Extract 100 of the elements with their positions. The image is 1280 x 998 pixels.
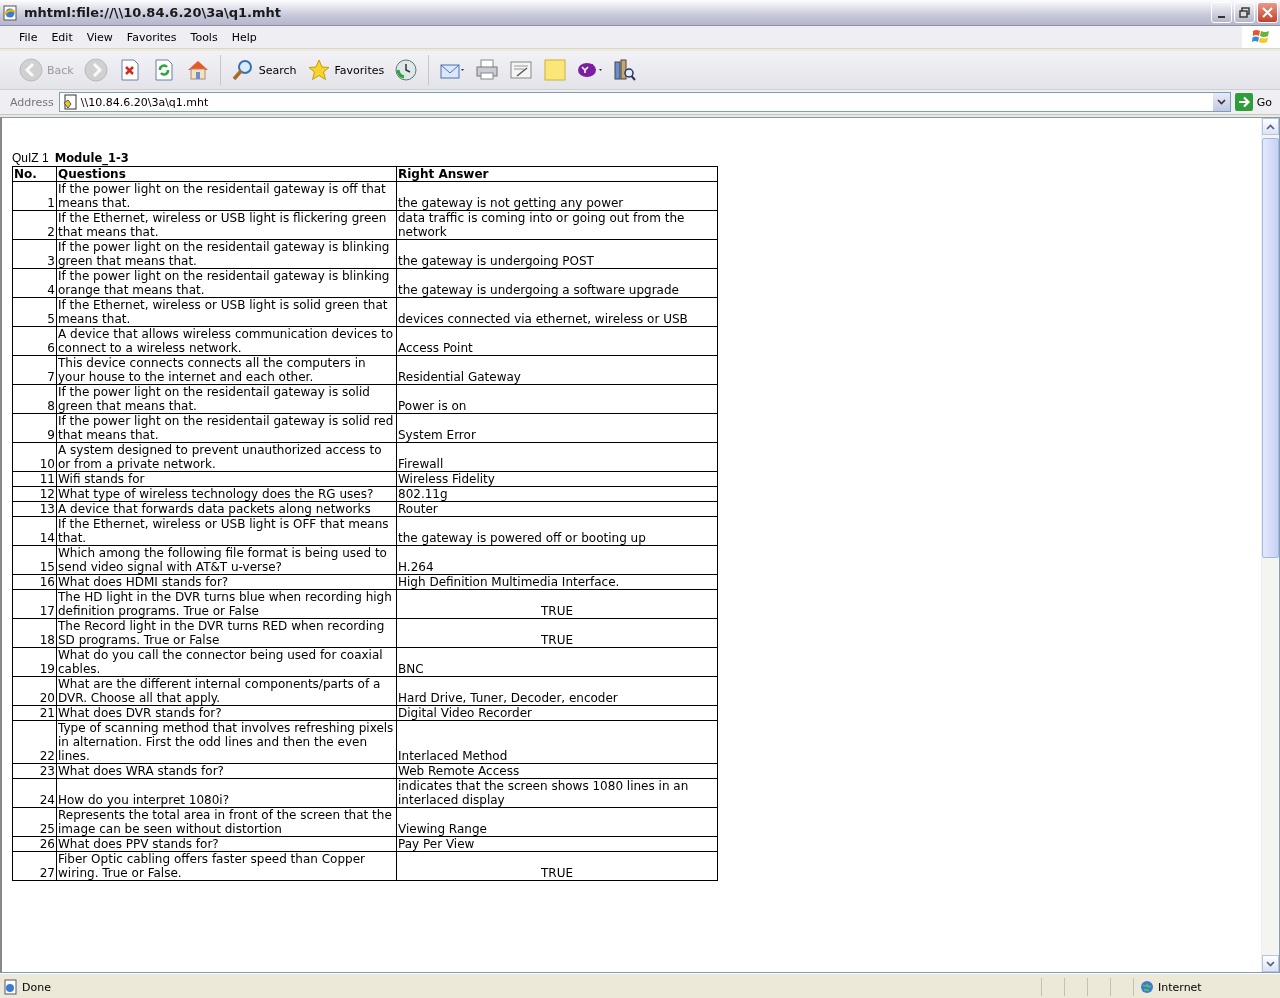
question-cell: What are the different internal components/parts of a DVR. Choose all that apply. [56, 676, 397, 706]
minimize-icon [1218, 16, 1225, 18]
question-cell: This device connects connects all the computers in your house to the internet and each other. [56, 355, 397, 385]
question-cell: A system designed to prevent unauthorized access to or from a private network. [56, 442, 397, 472]
question-cell: What type of wireless technology does the RG uses? [56, 486, 397, 502]
answer-cell: Interlaced Method [396, 720, 718, 764]
menu-item[interactable]: Help [224, 28, 264, 46]
answer-cell: Wireless Fidelity [396, 471, 718, 487]
answer-cell: System Error [396, 413, 718, 443]
number-cell: 9 [12, 413, 57, 443]
chevron-down-icon [1216, 99, 1226, 105]
question-cell: What do you call the connector being used for coaxial cables. [56, 647, 397, 677]
edit-page-icon [509, 58, 534, 82]
number-cell: 11 [12, 471, 57, 487]
question-cell: The Record light in the DVR turns RED when recording SD programs. True or False [56, 618, 397, 648]
module-heading: Module_1-3 [54, 151, 129, 165]
answer-cell: Viewing Range [396, 807, 718, 837]
menu-item[interactable]: Edit [44, 28, 80, 46]
answer-cell: the gateway is undergoing a software upgrade [396, 268, 718, 298]
scroll-down-button[interactable] [1262, 955, 1279, 972]
column-header: Questions [56, 166, 397, 182]
chevron-up-icon [1266, 123, 1275, 130]
address-label: Address [10, 95, 54, 109]
restore-icon [1239, 7, 1250, 18]
research-books-icon [613, 58, 638, 82]
scroll-up-button[interactable] [1262, 118, 1279, 135]
answer-cell: the gateway is undergoing POST [396, 239, 718, 269]
number-cell: 4 [12, 268, 57, 298]
question-cell: What does DVR stands for? [56, 705, 397, 721]
number-cell: 14 [12, 516, 57, 546]
search-button[interactable]: Search [227, 55, 300, 85]
answer-cell: H.264 [396, 545, 718, 575]
answer-cell: Access Point [396, 326, 718, 356]
number-cell: 10 [12, 442, 57, 472]
history-clock-icon [394, 58, 419, 82]
globe-icon [1140, 980, 1154, 994]
number-cell: 27 [12, 851, 57, 881]
star-icon [306, 58, 331, 82]
sticky-note-icon [543, 58, 568, 82]
answer-cell: High Definition Multimedia Interface. [396, 574, 718, 590]
scrollbar-thumb[interactable] [1262, 138, 1279, 558]
answer-cell: Power is on [396, 384, 718, 414]
number-cell: 17 [12, 589, 57, 619]
page-icon [61, 94, 78, 110]
favorites-button[interactable]: Favorites [303, 55, 388, 85]
question-cell: If the power light on the residentail gateway is blinking orange that means that. [56, 268, 397, 298]
answer-cell: Web Remote Access [396, 763, 718, 779]
answer-cell: Router [396, 501, 718, 517]
close-icon [1262, 7, 1273, 18]
go-arrow-icon [1234, 93, 1253, 111]
answer-cell: Digital Video Recorder [396, 705, 718, 721]
number-cell: 23 [12, 763, 57, 779]
window-title: mhtml:file://\\10.84.6.20\3a\q1.mht [24, 5, 283, 20]
question-cell: Represents the total area in front of the screen that the image can be seen without distortion [56, 807, 397, 837]
address-field[interactable]: \\10.84.6.20\3a\q1.mht [58, 92, 1231, 112]
answer-cell: the gateway is powered off or booting up [396, 516, 718, 546]
answer-cell: 802.11g [396, 486, 718, 502]
question-cell: What does PPV stands for? [56, 836, 397, 852]
number-cell: 3 [12, 239, 57, 269]
question-cell: A device that allows wireless communication devices to connect to a wireless network. [56, 326, 397, 356]
close-button[interactable] [1257, 2, 1278, 23]
printer-icon [475, 58, 500, 82]
go-button[interactable]: Go [1230, 93, 1280, 111]
number-cell: 19 [12, 647, 57, 677]
number-cell: 7 [12, 355, 57, 385]
browser-icon [2, 4, 18, 21]
number-cell: 6 [12, 326, 57, 356]
minimize-button[interactable] [1211, 2, 1232, 23]
question-cell: If the Ethernet, wireless or USB light is flickering green that means that. [56, 210, 397, 240]
answer-cell: TRUE [396, 618, 718, 648]
question-cell: Type of scanning method that involves refreshing pixels in alternation. First the odd lines and then the even lines. [56, 720, 397, 764]
question-cell: Which among the following file format is being used to send video signal with AT&T u-verse? [56, 545, 397, 575]
question-cell: What does HDMI stands for? [56, 574, 397, 590]
number-cell: 26 [12, 836, 57, 852]
number-cell: 18 [12, 618, 57, 648]
zone-label: Internet [1158, 980, 1202, 994]
menu-item[interactable]: View [79, 28, 120, 46]
answer-cell: TRUE [396, 589, 718, 619]
menu-item[interactable]: Favorites [119, 28, 184, 46]
menu-item[interactable]: File [12, 28, 45, 46]
column-header: Right Answer [396, 166, 718, 182]
menu-item[interactable]: Tools [183, 28, 225, 46]
number-cell: 21 [12, 705, 57, 721]
search-icon [230, 58, 255, 82]
question-cell: If the power light on the residentail gateway is blinking green that means that. [56, 239, 397, 269]
quiz-label: QuIZ 1 [12, 151, 49, 165]
answer-cell: indicates that the screen shows 1080 lines in an interlaced display [396, 778, 718, 808]
dropdown-button[interactable] [1212, 93, 1230, 111]
number-cell: 24 [12, 778, 57, 808]
windows-flag-icon [1251, 28, 1271, 46]
status-text: Done [22, 980, 52, 994]
answer-cell: Hard Drive, Tuner, Decoder, encoder [396, 676, 718, 706]
number-cell: 25 [12, 807, 57, 837]
restore-button[interactable] [1234, 2, 1255, 23]
number-cell: 20 [12, 676, 57, 706]
number-cell: 2 [12, 210, 57, 240]
question-cell: The HD light in the DVR turns blue when recording high definition programs. True or False [56, 589, 397, 619]
question-cell: A device that forwards data packets along networks [56, 501, 397, 517]
answer-cell: Residential Gateway [396, 355, 718, 385]
answer-cell: the gateway is not getting any power [396, 181, 718, 211]
